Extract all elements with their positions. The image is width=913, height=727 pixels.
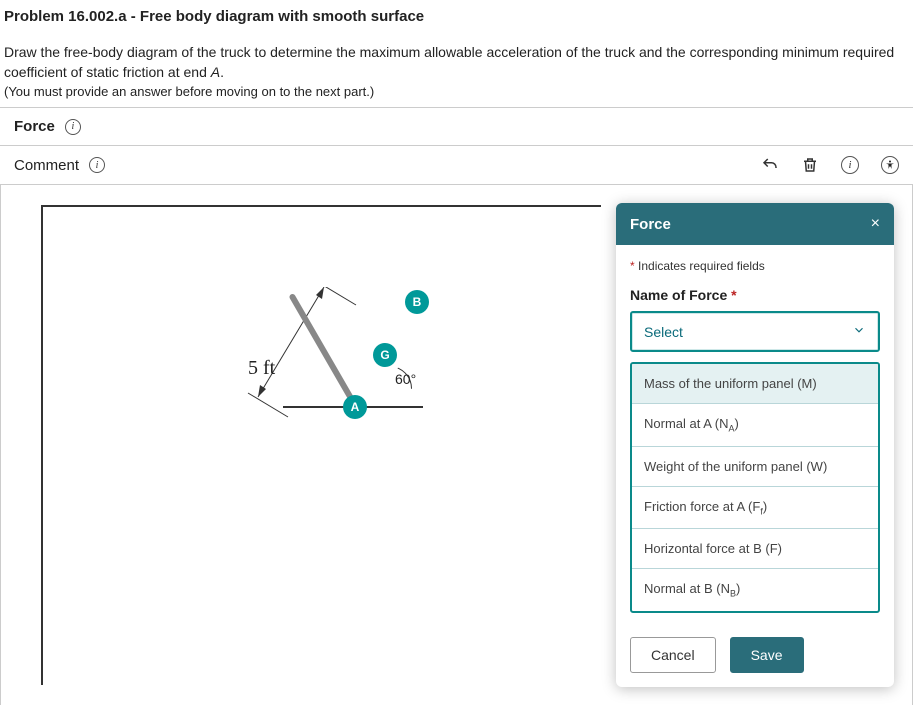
info-icon[interactable]: i (65, 119, 81, 135)
close-icon[interactable]: × (871, 215, 880, 233)
option-normal-b[interactable]: Normal at B (NB) (632, 568, 878, 611)
info-icon[interactable]: i (841, 156, 859, 174)
undo-icon[interactable] (761, 156, 779, 174)
drawing-workspace[interactable]: 5 ft 60° A G B Force × * Indicates requi… (0, 185, 913, 705)
tab-comment-label: Comment (14, 157, 79, 174)
option-weight[interactable]: Weight of the uniform panel (W) (632, 446, 878, 486)
tab-comment[interactable]: Comment i i (0, 146, 913, 185)
problem-title: Problem 16.002.a - Free body diagram wit… (4, 8, 909, 25)
field-label: Name of Force * (630, 287, 880, 303)
node-a[interactable]: A (343, 395, 367, 419)
select-placeholder: Select (644, 324, 683, 340)
canvas-frame: 5 ft 60° A G B (41, 205, 601, 685)
info-icon[interactable]: i (89, 157, 105, 173)
required-note: * Indicates required fields (630, 259, 880, 273)
node-g[interactable]: G (373, 343, 397, 367)
problem-description: Draw the free-body diagram of the truck … (4, 43, 909, 82)
option-normal-a[interactable]: Normal at A (NA) (632, 403, 878, 446)
desc-text: Draw the free-body diagram of the truck … (4, 44, 894, 80)
select-options-list: Mass of the uniform panel (M) Normal at … (630, 362, 880, 613)
field-label-text: Name of Force (630, 287, 727, 303)
node-b[interactable]: B (405, 290, 429, 314)
accessibility-icon[interactable] (881, 156, 899, 174)
prereq-note: (You must provide an answer before movin… (4, 84, 909, 99)
required-note-text: Indicates required fields (638, 259, 765, 273)
force-panel: Force × * Indicates required fields Name… (616, 203, 894, 687)
force-name-select[interactable]: Select (630, 311, 880, 352)
option-friction-a[interactable]: Friction force at A (Ff) (632, 486, 878, 529)
tab-force-label: Force (14, 118, 55, 135)
panel-header: Force × (616, 203, 894, 245)
option-mass[interactable]: Mass of the uniform panel (M) (632, 364, 878, 403)
desc-em: A (211, 64, 220, 80)
desc-text-end: . (220, 64, 224, 80)
chevron-down-icon (852, 323, 866, 340)
length-label: 5 ft (248, 357, 275, 380)
option-horizontal-b[interactable]: Horizontal force at B (F) (632, 528, 878, 568)
angle-label: 60° (395, 371, 416, 387)
panel-title: Force (630, 216, 671, 233)
tab-force[interactable]: Force i (0, 108, 913, 146)
trash-icon[interactable] (801, 156, 819, 174)
save-button[interactable]: Save (730, 637, 804, 673)
cancel-button[interactable]: Cancel (630, 637, 716, 673)
